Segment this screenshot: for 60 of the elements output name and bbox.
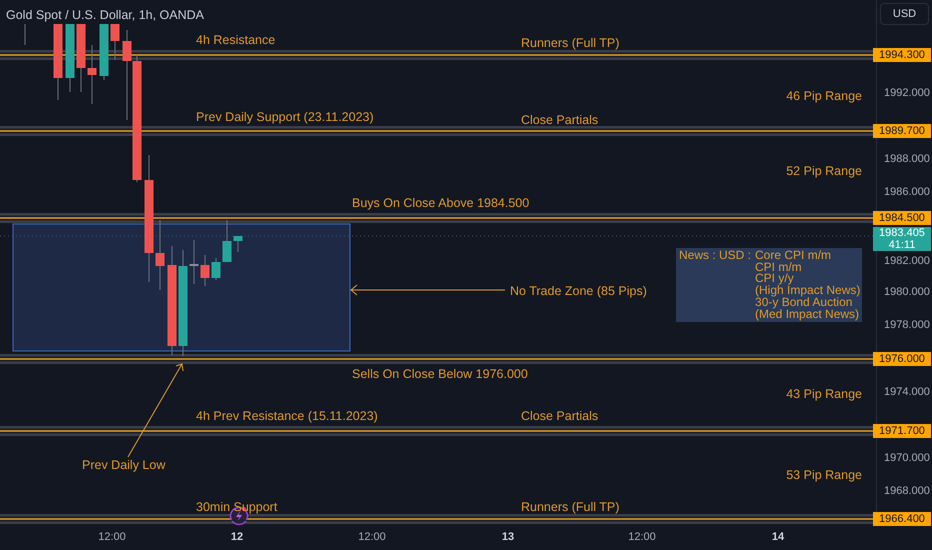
- price-tag: 1984.500: [873, 211, 931, 225]
- current-price: 1983.405: [878, 227, 926, 239]
- news-item: (High Impact News): [755, 285, 860, 297]
- axis-label: 1988.000: [884, 152, 930, 166]
- candlestick: [156, 220, 164, 290]
- chart-annotation: 53 Pip Range: [786, 467, 862, 483]
- chart-annotation: Buys On Close Above 1984.500: [352, 195, 530, 211]
- axis-label: 1992.000: [884, 86, 930, 100]
- price-tag: 1976.000: [873, 352, 931, 366]
- price-tag: 1989.700: [873, 124, 931, 138]
- candlestick: [24, 24, 26, 46]
- chart-annotation: 30min Support: [196, 499, 278, 515]
- candlestick: [190, 240, 198, 284]
- time-label: 13: [502, 530, 514, 545]
- candlestick: [100, 24, 108, 80]
- axis-label: 1968.000: [884, 484, 930, 498]
- time-label: 12:00: [628, 530, 656, 545]
- countdown-timer: 41:11: [888, 239, 916, 251]
- time-label: 12:00: [98, 530, 126, 545]
- chart-annotation: 46 Pip Range: [786, 88, 862, 104]
- axis-label: 1978.000: [884, 318, 930, 332]
- currency-button[interactable]: USD: [880, 3, 929, 25]
- price-tag: 1966.400: [873, 512, 931, 526]
- axis-label: 1982.000: [884, 254, 930, 268]
- chart-annotation: 43 Pip Range: [786, 386, 862, 402]
- candlestick: [66, 24, 74, 92]
- news-item: CPI m/m: [755, 262, 803, 274]
- time-label: 14: [772, 530, 784, 545]
- chart-annotation: Close Partials: [521, 112, 598, 128]
- candlestick: [200, 254, 210, 286]
- chart-annotation: 4h Prev Resistance (15.11.2023): [196, 408, 378, 424]
- axis-label: 1980.000: [884, 285, 930, 299]
- chart-annotation: Prev Daily Low: [82, 457, 166, 473]
- candlestick: [222, 220, 232, 262]
- candlestick: [110, 24, 120, 60]
- chart-annotation: 4h Resistance: [196, 32, 276, 48]
- chart-annotation: Runners (Full TP): [521, 499, 620, 515]
- news-label: News : USD :: [679, 250, 752, 262]
- candlestick: [76, 24, 86, 92]
- price-tag: 1994.300: [873, 48, 931, 62]
- time-label: 12: [230, 530, 244, 545]
- axis-label: 1970.000: [884, 451, 930, 465]
- price-tag: 1971.700: [873, 424, 931, 438]
- chart-annotation: No Trade Zone (85 Pips): [510, 283, 647, 299]
- time-label: 12:00: [358, 530, 386, 545]
- news-item: Core CPI m/m: [755, 250, 832, 262]
- chart-title: Gold Spot / U.S. Dollar, 1h, OANDA: [6, 7, 204, 24]
- news-item: CPI y/y: [755, 273, 794, 286]
- news-item: (Med Impact News): [755, 308, 860, 320]
- candlestick: [234, 236, 242, 252]
- chart-annotation: Close Partials: [521, 408, 598, 424]
- chart-annotation: 52 Pip Range: [786, 163, 862, 179]
- candlestick: [88, 44, 96, 104]
- chart-annotation: Runners (Full TP): [521, 35, 620, 51]
- axis-label: 1986.000: [884, 185, 930, 199]
- chart-annotation: Sells On Close Below 1976.000: [352, 366, 528, 382]
- axis-label: 1974.000: [884, 385, 930, 399]
- candlestick: [212, 258, 220, 280]
- news-item: 30-y Bond Auction: [755, 296, 852, 309]
- chart-annotation: Prev Daily Support (23.11.2023): [196, 109, 374, 125]
